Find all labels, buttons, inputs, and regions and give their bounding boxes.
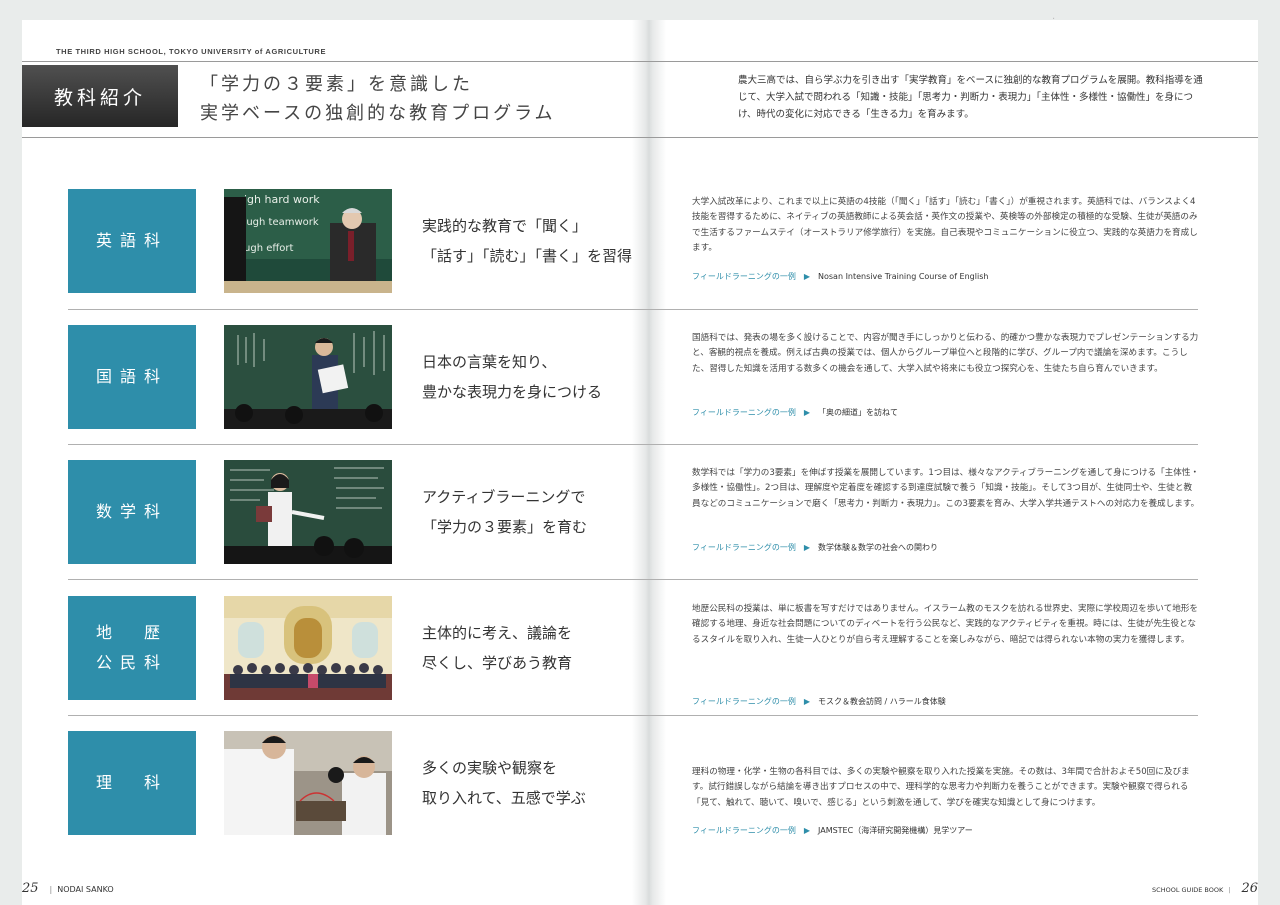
subject-name: 国語科 bbox=[95, 367, 168, 386]
tagline-line-1: アクティブラーニングで bbox=[422, 488, 586, 506]
tagline-line-2: 「学力の３要素」を育む bbox=[422, 518, 588, 536]
section-tag: 教科紹介 bbox=[22, 65, 178, 127]
tagline-line-2: 取り入れて、五感で学ぶ bbox=[422, 789, 586, 807]
page-headline: 「学力の３要素」を意識した 実学ベースの独創的な教育プログラム bbox=[200, 70, 556, 128]
subject-name: 英語科 bbox=[95, 231, 168, 250]
subject-name: 数学科 bbox=[95, 502, 168, 521]
subject-tagline: 日本の言葉を知り、 豊かな表現力を身につける bbox=[422, 347, 672, 407]
science-lab-photo bbox=[224, 731, 392, 835]
field-learning-label: フィールドラーニングの一例 bbox=[692, 543, 796, 552]
tagline-line-1: 日本の言葉を知り、 bbox=[422, 353, 557, 371]
footer-right-text: SCHOOL GUIDE BOOK bbox=[1152, 886, 1224, 894]
subject-tagline: アクティブラーニングで 「学力の３要素」を育む bbox=[422, 482, 672, 542]
footer-separator: | bbox=[49, 885, 53, 894]
subject-label: 英語科 bbox=[68, 189, 196, 293]
field-learning-item: Nosan Intensive Training Course of Engli… bbox=[818, 272, 989, 281]
subject-name-line-2: 公民科 bbox=[95, 653, 168, 672]
english-class-photo: igh hard work hrough teamwork rough effo… bbox=[224, 189, 392, 293]
subject-label: 国語科 bbox=[68, 325, 196, 429]
headline-line-1: 「学力の３要素」を意識した bbox=[200, 74, 473, 95]
field-learning-item: 数学体験＆数学の社会への関わり bbox=[818, 543, 938, 552]
field-learning-line: フィールドラーニングの一例 ▶ JAMSTEC（海洋研究開発機構）見学ツアー bbox=[692, 825, 973, 836]
field-learning-line: フィールドラーニングの一例 ▶ 「奥の細道」を訪ねて bbox=[692, 407, 898, 418]
field-learning-item: モスク＆教会訪問 / ハラール食体験 bbox=[818, 697, 946, 706]
divider bbox=[68, 579, 1198, 580]
field-learning-line: フィールドラーニングの一例 ▶ Nosan Intensive Training… bbox=[692, 271, 988, 282]
subject-row-social-studies: 地 歴 公民科 主体的に考え、議論を 尽くし、学びあう教育 地歴公民科の授業は、… bbox=[68, 596, 1199, 706]
intro-paragraph: 農大三高では、自ら学ぶ力を引き出す「実学教育」をベースに独創的な教育プログラムを… bbox=[738, 75, 1203, 120]
subject-description: 地歴公民科の授業は、単に板書を写すだけではありません。イスラーム教のモスクを訪れ… bbox=[692, 604, 1199, 645]
math-class-photo bbox=[224, 460, 392, 564]
tagline-line-2: 「話す」「読む」「書く」を習得 bbox=[422, 247, 633, 265]
subject-row-math: 数学科 アクティブラーニングで 「学力の３要素」を育む 数学科では「学力の3要素… bbox=[68, 460, 1200, 566]
divider bbox=[68, 309, 1198, 310]
tagline-line-2: 尽くし、学びあう教育 bbox=[422, 654, 573, 672]
divider bbox=[68, 715, 1198, 716]
tagline-line-1: 実践的な教育で「聞く」 bbox=[422, 217, 588, 235]
field-learning-line: フィールドラーニングの一例 ▶ モスク＆教会訪問 / ハラール食体験 bbox=[692, 696, 946, 707]
field-learning-item: 「奥の細道」を訪ねて bbox=[818, 408, 898, 417]
subject-row-science: 理 科 多くの実験や観察を 取り入れて、五感で学ぶ 理科の物理・化学・生物の各科… bbox=[68, 731, 1198, 837]
brochure-spread: · THE THIRD HIGH SCHOOL, TOKYO UNIVERSIT… bbox=[22, 14, 1258, 905]
subject-name-line-1: 地 歴 bbox=[95, 623, 168, 642]
arrow-right-icon: ▶ bbox=[803, 272, 810, 281]
subject-description: 大学入試改革により、これまで以上に英語の4技能（「聞く」「話す」「読む」「書く」… bbox=[692, 197, 1198, 253]
arrow-right-icon: ▶ bbox=[803, 543, 810, 552]
japanese-class-photo bbox=[224, 325, 392, 429]
divider bbox=[22, 61, 1258, 62]
arrow-right-icon: ▶ bbox=[803, 826, 810, 835]
subject-row-japanese: 国語科 日本の言葉を知り、 豊かな表現力を身につける 国語科では、発表の場を多く… bbox=[68, 325, 1198, 431]
arrow-right-icon: ▶ bbox=[803, 408, 810, 417]
field-learning-label: フィールドラーニングの一例 bbox=[692, 826, 796, 835]
tagline-line-1: 主体的に考え、議論を bbox=[422, 624, 573, 642]
svg-text:igh hard work: igh hard work bbox=[244, 193, 320, 206]
subject-description: 理科の物理・化学・生物の各科目では、多くの実験や観察を取り入れた授業を実施。その… bbox=[692, 767, 1190, 808]
subject-tagline: 実践的な教育で「聞く」 「話す」「読む」「書く」を習得 bbox=[422, 211, 672, 271]
field-learning-label: フィールドラーニングの一例 bbox=[692, 408, 796, 417]
tagline-line-1: 多くの実験や観察を bbox=[422, 759, 558, 777]
footer-left: 25 | NODAI SANKO bbox=[22, 881, 114, 896]
subject-tagline: 主体的に考え、議論を 尽くし、学びあう教育 bbox=[422, 618, 672, 678]
divider bbox=[22, 137, 1258, 138]
field-learning-label: フィールドラーニングの一例 bbox=[692, 697, 796, 706]
footer-right: SCHOOL GUIDE BOOK | 26 bbox=[1152, 881, 1258, 896]
headline-line-2: 実学ベースの独創的な教育プログラム bbox=[200, 103, 556, 124]
subject-label: 地 歴 公民科 bbox=[68, 596, 196, 700]
page-number-left: 25 bbox=[22, 881, 39, 896]
field-learning-label: フィールドラーニングの一例 bbox=[692, 272, 796, 281]
tagline-line-2: 豊かな表現力を身につける bbox=[422, 383, 603, 401]
paper-speck: · bbox=[1052, 14, 1056, 25]
subject-row-english: 英語科 igh hard work hrough teamwork rough … bbox=[68, 189, 1198, 295]
subject-label: 理 科 bbox=[68, 731, 196, 835]
subject-description: 国語科では、発表の場を多く設けることで、内容が聞き手にしっかりと伝わる、的確かつ… bbox=[692, 333, 1199, 374]
subject-label: 数学科 bbox=[68, 460, 196, 564]
subject-description: 数学科では「学力の3要素」を伸ばす授業を展開しています。1つ目は、様々なアクティ… bbox=[692, 468, 1200, 509]
page-number-right: 26 bbox=[1241, 881, 1258, 896]
subject-name: 理 科 bbox=[95, 773, 168, 792]
field-learning-item: JAMSTEC（海洋研究開発機構）見学ツアー bbox=[818, 826, 973, 835]
footer-separator: | bbox=[1228, 886, 1231, 894]
school-name: THE THIRD HIGH SCHOOL, TOKYO UNIVERSITY … bbox=[56, 47, 327, 56]
mosque-visit-photo bbox=[224, 596, 392, 700]
arrow-right-icon: ▶ bbox=[803, 697, 810, 706]
subject-tagline: 多くの実験や観察を 取り入れて、五感で学ぶ bbox=[422, 753, 672, 813]
divider bbox=[68, 444, 1198, 445]
field-learning-line: フィールドラーニングの一例 ▶ 数学体験＆数学の社会への関わり bbox=[692, 542, 938, 553]
footer-left-text: NODAI SANKO bbox=[57, 885, 114, 894]
